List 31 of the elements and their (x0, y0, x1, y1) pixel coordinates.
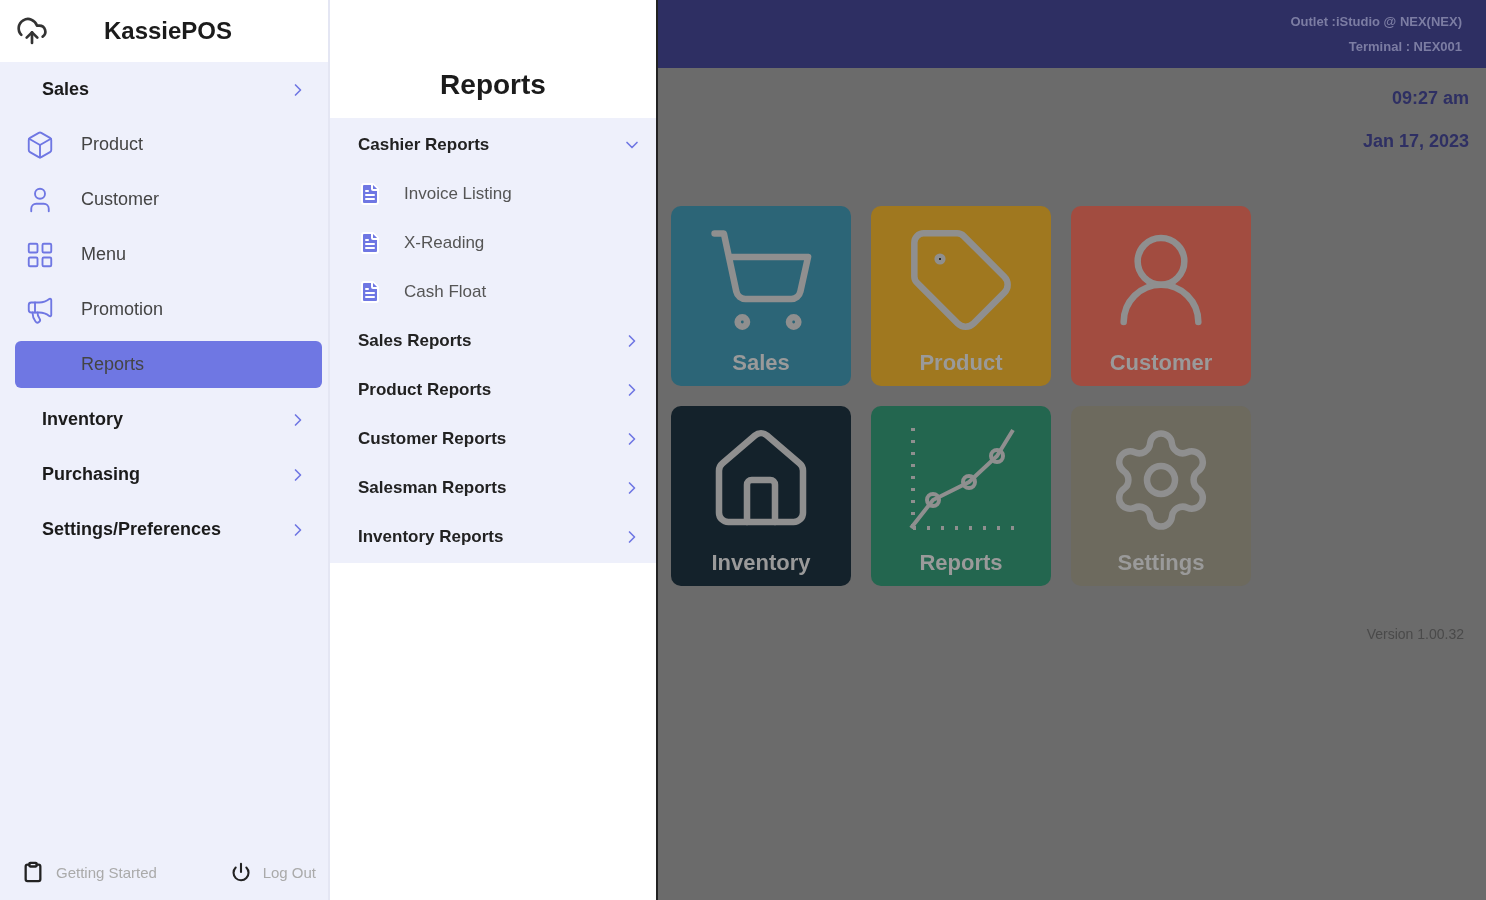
report-section[interactable]: Inventory Reports (330, 512, 656, 561)
report-item[interactable]: Cash Float (330, 267, 656, 316)
document-icon (358, 230, 382, 255)
power-icon (230, 862, 251, 882)
panel-title: Reports (440, 68, 546, 101)
report-section[interactable]: Sales Reports (330, 316, 656, 365)
sidebar-item[interactable]: Customer (15, 176, 322, 223)
terminal-text: Terminal : NEX001 (1348, 39, 1462, 54)
report-item[interactable]: Invoice Listing (330, 169, 656, 218)
report-section[interactable]: Product Reports (330, 365, 656, 414)
clipboard-icon (22, 861, 44, 883)
report-item[interactable]: X-Reading (330, 218, 656, 267)
sidebar-item[interactable]: Sales (15, 66, 322, 113)
cloud-upload-icon[interactable] (16, 15, 48, 47)
sidebar-item[interactable]: Settings/Preferences (15, 506, 322, 553)
menu-tile[interactable]: Inventory (671, 406, 851, 586)
date-text: Jan 17, 2023 (1362, 131, 1469, 152)
sidebar-item[interactable]: Menu (15, 231, 322, 278)
sidebar-item[interactable]: Promotion (15, 286, 322, 333)
outlet-text: Outlet :iStudio @ NEX(NEX) (1290, 14, 1462, 29)
document-icon (358, 279, 382, 304)
document-icon (358, 181, 382, 206)
sidebar-item[interactable]: Inventory (15, 396, 322, 443)
report-section[interactable]: Cashier Reports (330, 120, 656, 169)
app-title: KassiePOS (102, 17, 234, 45)
time-text: 09:27 am (1391, 88, 1469, 109)
sidebar-item[interactable]: Purchasing (15, 451, 322, 498)
box-icon (25, 129, 55, 160)
report-section[interactable]: Salesman Reports (330, 463, 656, 512)
report-section[interactable]: Customer Reports (330, 414, 656, 463)
sidebar-item[interactable]: Product (15, 121, 322, 168)
